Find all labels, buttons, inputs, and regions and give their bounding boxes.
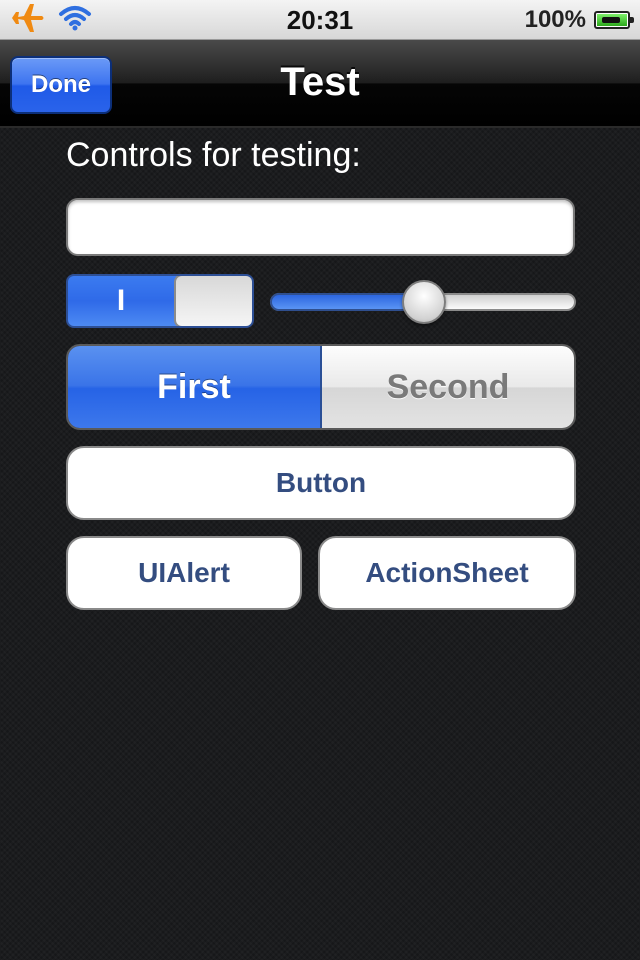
text-field[interactable] <box>66 198 575 256</box>
navigation-bar: Test Done <box>0 40 640 128</box>
uialert-button[interactable]: UIAlert <box>66 536 302 610</box>
done-button[interactable]: Done <box>10 56 112 114</box>
segment-first[interactable]: First <box>68 346 322 428</box>
toggle-switch[interactable]: I <box>66 274 254 328</box>
slider-thumb[interactable] <box>402 280 446 324</box>
segment-second[interactable]: Second <box>322 346 574 428</box>
status-bar: 20:31 100% <box>0 0 640 40</box>
main-button[interactable]: Button <box>66 446 576 520</box>
switch-on-label: I <box>116 284 126 317</box>
action-sheet-button[interactable]: ActionSheet <box>318 536 576 610</box>
battery-icon <box>594 11 634 29</box>
segmented-control: First Second <box>66 344 576 430</box>
status-right: 100% <box>524 4 634 36</box>
battery-percent: 100% <box>524 6 586 33</box>
section-label: Controls for testing: <box>66 136 361 174</box>
slider-track-filled <box>270 293 423 311</box>
charging-plug-icon <box>602 17 620 23</box>
slider[interactable] <box>270 278 576 326</box>
switch-knob[interactable] <box>174 276 252 326</box>
